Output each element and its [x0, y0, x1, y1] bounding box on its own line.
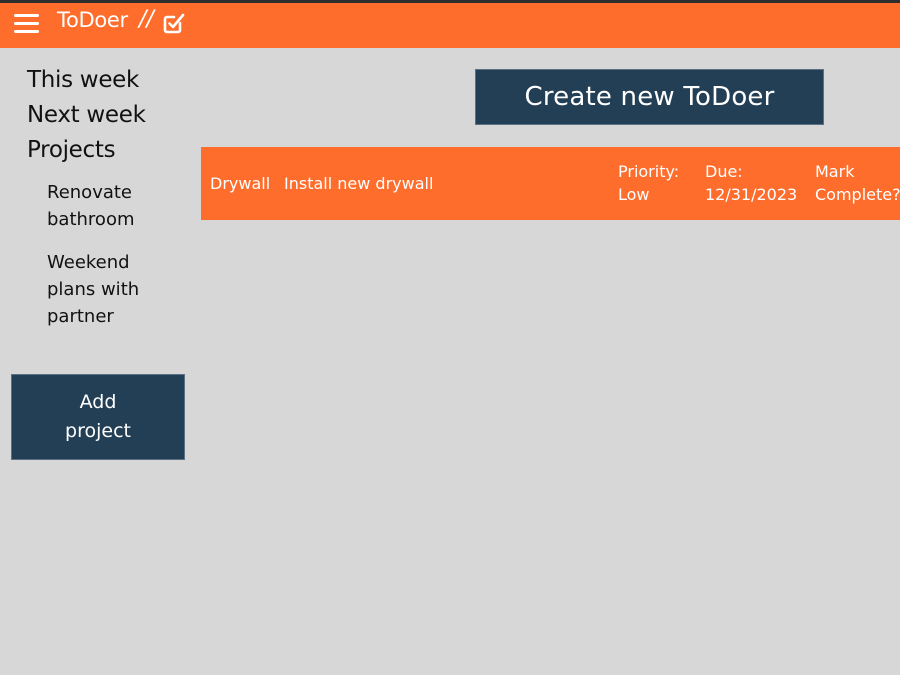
project-item-weekend-plans[interactable]: Weekend plans with partner	[47, 249, 177, 330]
add-project-label: Add project	[65, 391, 131, 442]
title-separator: //	[139, 7, 154, 32]
create-new-todoer-button[interactable]: Create new ToDoer	[475, 69, 824, 125]
due-value: 12/31/2023	[705, 185, 798, 204]
hamburger-menu-icon[interactable]	[14, 12, 40, 34]
nav-this-week[interactable]: This week	[27, 67, 139, 93]
due-label: Due:	[705, 162, 743, 181]
todo-priority: Priority: Low	[618, 160, 698, 206]
project-item-renovate-bathroom[interactable]: Renovate bathroom	[47, 179, 177, 233]
todo-row[interactable]: Drywall Install new drywall Priority: Lo…	[201, 147, 900, 220]
nav-next-week[interactable]: Next week	[27, 102, 146, 128]
app-title: ToDoer	[57, 8, 128, 32]
todo-due-date: Due: 12/31/2023	[705, 160, 805, 206]
todo-description: Install new drywall	[284, 174, 434, 193]
add-project-button[interactable]: Add project	[11, 374, 185, 460]
priority-label: Priority:	[618, 162, 680, 181]
mark-complete-line1: Mark	[815, 162, 855, 181]
app-header: ToDoer //	[0, 3, 900, 48]
nav-projects[interactable]: Projects	[27, 137, 116, 163]
checkbox-edit-icon	[163, 13, 185, 34]
mark-complete-line2: Complete?	[815, 185, 900, 204]
priority-value: Low	[618, 185, 650, 204]
sidebar: This week Next week Projects Renovate ba…	[0, 48, 196, 675]
mark-complete-button[interactable]: Mark Complete?	[815, 160, 900, 206]
todo-title: Drywall	[210, 174, 271, 193]
